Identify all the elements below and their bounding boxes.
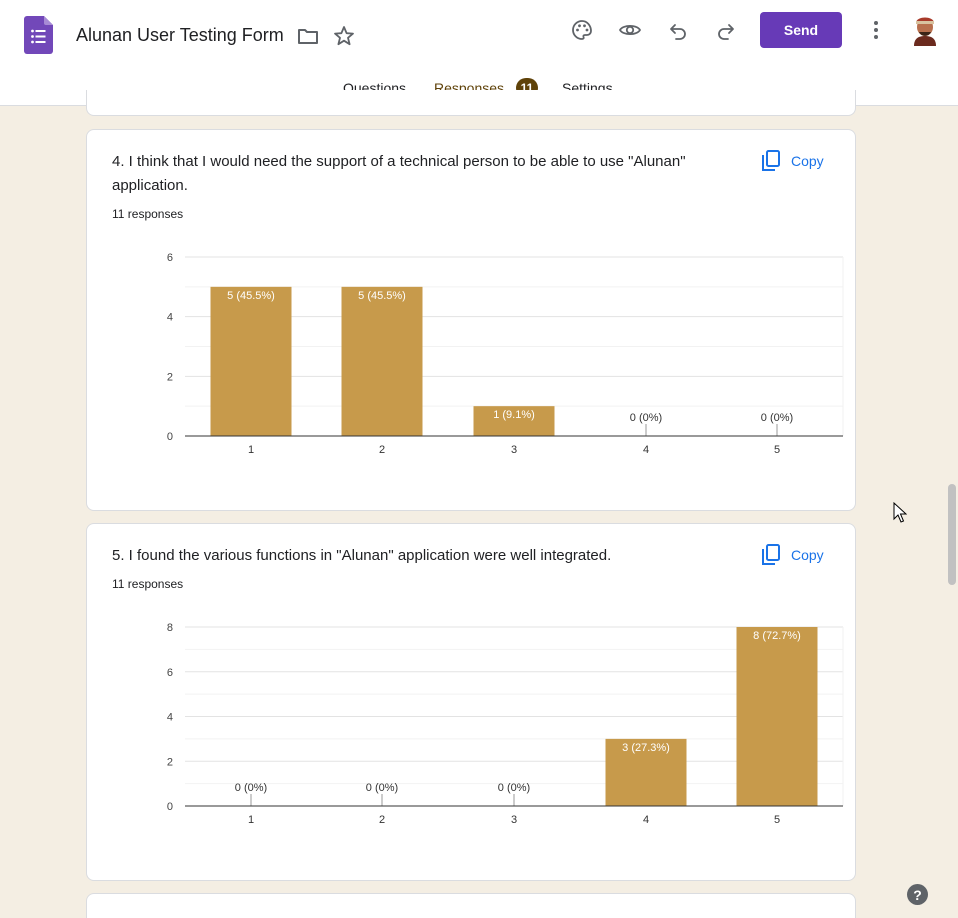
scrollbar-thumb[interactable] <box>948 484 956 585</box>
undo-icon[interactable] <box>666 18 690 42</box>
bar-chart: 0 2 4 6 8 0 (0%) 1 0 (0%) 2 0 (0%) 3 3 (27.3%) 4 8 (7… <box>167 622 844 826</box>
help-button[interactable]: ? <box>907 884 928 905</box>
y-tick-label: 0 <box>167 801 173 813</box>
x-tick-label: 1 <box>248 814 254 826</box>
data-label: 3 (27.3%) <box>622 742 670 754</box>
form-title[interactable]: Alunan User Testing Form <box>76 25 284 46</box>
x-tick-label: 2 <box>379 814 385 826</box>
x-tick-label: 2 <box>379 444 385 456</box>
bar <box>736 627 818 806</box>
data-label: 5 (45.5%) <box>358 290 406 302</box>
y-tick-label: 4 <box>167 712 173 724</box>
more-vert-icon[interactable] <box>864 18 888 42</box>
send-button[interactable]: Send <box>760 12 842 48</box>
palette-icon[interactable] <box>570 18 594 42</box>
y-tick-label: 0 <box>167 431 173 443</box>
previous-question-card <box>86 90 856 116</box>
x-tick-label: 3 <box>511 814 517 826</box>
y-tick-label: 6 <box>167 252 173 264</box>
data-label: 0 (0%) <box>498 782 530 794</box>
data-label: 1 (9.1%) <box>493 409 535 421</box>
x-tick-label: 3 <box>511 444 517 456</box>
y-tick-label: 2 <box>167 371 173 383</box>
x-tick-label: 1 <box>248 444 254 456</box>
data-label: 0 (0%) <box>235 782 267 794</box>
data-label: 8 (72.7%) <box>753 630 801 642</box>
preview-eye-icon[interactable] <box>618 18 642 42</box>
y-tick-label: 8 <box>167 622 173 634</box>
data-label: 0 (0%) <box>630 412 662 424</box>
mouse-cursor-icon <box>893 502 907 523</box>
x-tick-label: 4 <box>643 814 649 826</box>
y-tick-label: 6 <box>167 667 173 679</box>
bar-chart: 0 2 4 6 5 (45.5%) 1 5 (45.5%) 2 1 (9.1%) 3 0 (0%) 4… <box>167 252 844 456</box>
y-tick-label: 4 <box>167 312 173 324</box>
question-card-5: 5. I found the various functions in "Alu… <box>86 523 856 881</box>
folder-icon[interactable] <box>296 24 320 48</box>
data-label: 0 (0%) <box>761 412 793 424</box>
question-card-4: 4. I think that I would need the support… <box>86 129 856 511</box>
forms-logo-icon[interactable] <box>24 16 53 54</box>
star-icon[interactable] <box>332 24 356 48</box>
y-tick-label: 2 <box>167 756 173 768</box>
avatar[interactable] <box>910 14 940 46</box>
x-tick-label: 5 <box>774 814 780 826</box>
next-question-card <box>86 893 856 918</box>
data-label: 0 (0%) <box>366 782 398 794</box>
redo-icon[interactable] <box>714 18 738 42</box>
bar <box>341 286 423 436</box>
data-label: 5 (45.5%) <box>227 290 275 302</box>
x-tick-label: 4 <box>643 444 649 456</box>
x-tick-label: 5 <box>774 444 780 456</box>
bar <box>210 286 292 436</box>
